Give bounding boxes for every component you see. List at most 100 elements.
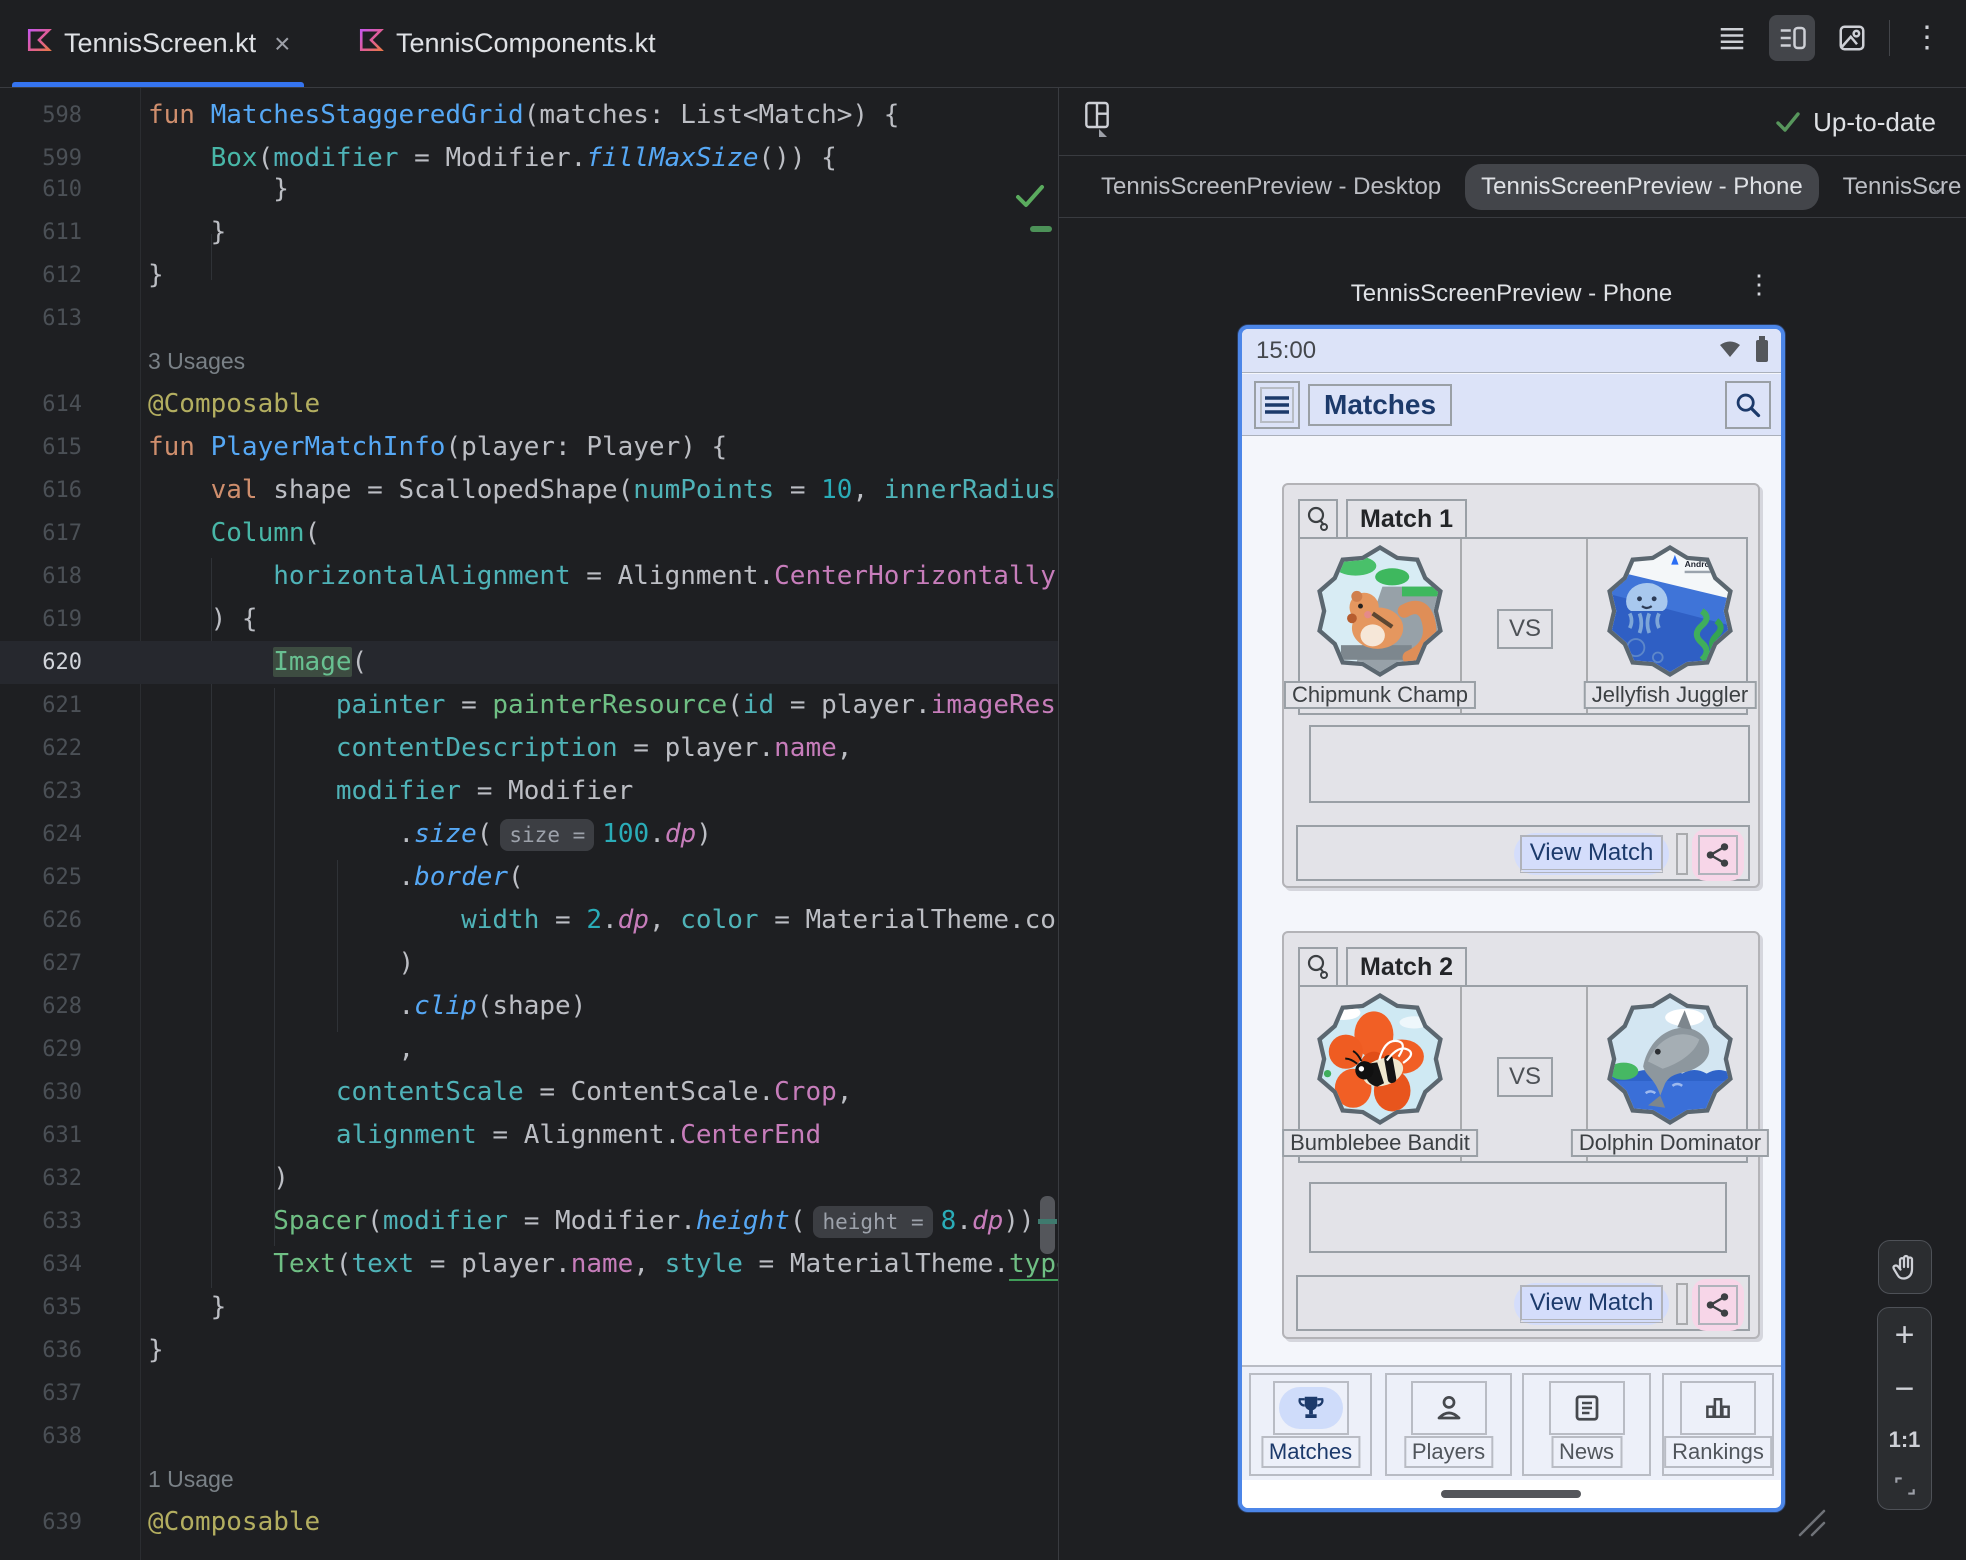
code-view-button[interactable] bbox=[1709, 15, 1755, 61]
player-name: Bumblebee Bandit bbox=[1282, 1129, 1478, 1157]
bottom-nav: Matches Players News bbox=[1242, 1365, 1781, 1480]
avatar-bumblebee bbox=[1314, 993, 1446, 1125]
code-line: 598fun MatchesStaggeredGrid(matches: Lis… bbox=[0, 94, 1058, 137]
home-indicator[interactable] bbox=[1441, 1490, 1581, 1498]
spacer-cell bbox=[1676, 1283, 1688, 1325]
vs-cell: VS bbox=[1464, 987, 1588, 1161]
close-icon[interactable]: × bbox=[274, 28, 290, 60]
match-card: Match 2 bbox=[1282, 931, 1760, 1339]
code-line: 625 .border( bbox=[0, 856, 1058, 899]
check-icon bbox=[1775, 110, 1801, 134]
racket-icon bbox=[1298, 947, 1338, 987]
preview-tab-strip: TennisScreenPreview - Desktop TennisScre… bbox=[1059, 157, 1966, 218]
view-match-button[interactable]: View Match bbox=[1514, 1283, 1669, 1325]
code-line: 635 } bbox=[0, 1286, 1058, 1329]
nav-label: Rankings bbox=[1664, 1436, 1772, 1468]
view-match-button[interactable]: View Match bbox=[1514, 833, 1669, 875]
code-line: 638 bbox=[0, 1415, 1058, 1458]
search-button[interactable] bbox=[1725, 381, 1771, 429]
code-editor[interactable]: 598fun MatchesStaggeredGrid(matches: Lis… bbox=[0, 88, 1058, 1560]
kebab-icon: ⋮ bbox=[1912, 31, 1942, 45]
tab-tennisscreen[interactable]: TennisScreen.kt × bbox=[8, 0, 308, 87]
code-line: 623 modifier = Modifier bbox=[0, 770, 1058, 813]
code-line: 624 .size(size =100.dp) bbox=[0, 813, 1058, 856]
phone-preview: 15:00 Matches Match 1 bbox=[1238, 325, 1785, 1512]
preview-tab-phone[interactable]: TennisScreenPreview - Phone bbox=[1465, 164, 1819, 210]
score-section: Score 6-4, 6-2 bbox=[1309, 725, 1750, 803]
hamburger-icon bbox=[1264, 395, 1290, 415]
player-name: Jellyfish Juggler bbox=[1584, 681, 1757, 709]
tab-label: TennisScreen.kt bbox=[64, 28, 256, 59]
preview-more-button[interactable]: ⋮ bbox=[1746, 278, 1766, 291]
svg-text:Android S: Android S bbox=[1685, 559, 1726, 569]
code-line: 614@Composable bbox=[0, 383, 1058, 426]
nav-item-rankings[interactable]: Rankings bbox=[1662, 1373, 1774, 1476]
more-options-button[interactable]: ⋮ bbox=[1904, 15, 1950, 61]
code-line: 631 alignment = Alignment.CenterEnd bbox=[0, 1114, 1058, 1157]
player-cell: Dolphin Dominator bbox=[1590, 987, 1750, 1161]
share-button[interactable] bbox=[1692, 1279, 1744, 1331]
vs-label: VS bbox=[1497, 609, 1553, 649]
status-bar: 15:00 bbox=[1242, 329, 1781, 373]
vs-cell: VS bbox=[1464, 539, 1588, 713]
spacer-cell bbox=[1676, 833, 1688, 875]
code-line: 632 ) bbox=[0, 1157, 1058, 1200]
bar-chart-icon bbox=[1703, 1393, 1733, 1423]
pan-tool-button[interactable] bbox=[1878, 1240, 1932, 1294]
search-icon bbox=[1734, 391, 1762, 419]
tab-tenniscomponents[interactable]: TennisComponents.kt bbox=[340, 0, 674, 87]
preview-title: TennisScreenPreview - Phone bbox=[1238, 280, 1785, 308]
nav-item-matches[interactable]: Matches bbox=[1249, 1373, 1372, 1476]
vs-label: VS bbox=[1497, 1057, 1553, 1097]
zoom-in-button[interactable]: + bbox=[1895, 1318, 1915, 1352]
code-line: 618 horizontalAlignment = Alignment.Cent… bbox=[0, 555, 1058, 598]
player-name: Dolphin Dominator bbox=[1571, 1129, 1769, 1157]
home-indicator-area bbox=[1242, 1480, 1781, 1508]
kotlin-file-icon bbox=[358, 27, 384, 60]
code-line: 639@Composable bbox=[0, 1501, 1058, 1544]
kotlin-file-icon bbox=[26, 27, 52, 60]
code-line: 628 .clip(shape) bbox=[0, 985, 1058, 1028]
resize-handle[interactable] bbox=[1790, 1505, 1826, 1537]
news-icon bbox=[1572, 1393, 1602, 1423]
wifi-icon bbox=[1719, 341, 1741, 359]
inspections-ok-icon[interactable] bbox=[1014, 182, 1046, 210]
card-actions: View Match bbox=[1296, 1275, 1750, 1331]
code-line: 633 Spacer(modifier = Modifier.height(he… bbox=[0, 1200, 1058, 1243]
menu-button[interactable] bbox=[1254, 381, 1300, 429]
avatar-dolphin bbox=[1604, 993, 1736, 1125]
zoom-controls: + − 1:1 bbox=[1877, 1307, 1932, 1510]
usage-hint-line: 3 Usages bbox=[0, 340, 1058, 383]
code-line: 621 painter = painterResource(id = playe… bbox=[0, 684, 1058, 727]
code-line: 617 Column( bbox=[0, 512, 1058, 555]
share-button[interactable] bbox=[1692, 829, 1744, 881]
match-title: Match 2 bbox=[1346, 947, 1467, 987]
code-line: 626 width = 2.dp, color = MaterialTheme.… bbox=[0, 899, 1058, 942]
person-icon bbox=[1434, 1393, 1464, 1423]
zoom-out-button[interactable]: − bbox=[1895, 1372, 1915, 1406]
editor-tab-bar: TennisScreen.kt × TennisComponents.kt ⋮ bbox=[0, 0, 1966, 88]
tab-label: TennisComponents.kt bbox=[396, 28, 656, 59]
code-line: 613 bbox=[0, 297, 1058, 340]
zoom-level[interactable]: 1:1 bbox=[1889, 1427, 1921, 1453]
editor-view-actions: ⋮ bbox=[1709, 12, 1950, 64]
avatar-chipmunk bbox=[1314, 545, 1446, 677]
preview-layout-button[interactable] bbox=[1081, 99, 1127, 145]
trophy-icon bbox=[1296, 1393, 1326, 1423]
share-icon bbox=[1705, 1292, 1731, 1318]
fit-to-screen-button[interactable] bbox=[1892, 1473, 1918, 1499]
match-card: Match 1 bbox=[1282, 483, 1760, 888]
design-view-button[interactable] bbox=[1829, 15, 1875, 61]
battery-icon bbox=[1755, 336, 1769, 362]
players-grid: Chipmunk Champ VS Android S bbox=[1298, 537, 1748, 715]
editor-scrollbar[interactable] bbox=[1040, 1196, 1055, 1254]
divider bbox=[1889, 20, 1890, 56]
player-name: Chipmunk Champ bbox=[1284, 681, 1476, 709]
chevron-down-icon[interactable]: ⌄ bbox=[1926, 170, 1948, 201]
nav-item-news[interactable]: News bbox=[1522, 1373, 1651, 1476]
preview-tab-desktop[interactable]: TennisScreenPreview - Desktop bbox=[1085, 164, 1457, 210]
split-view-button[interactable] bbox=[1769, 15, 1815, 61]
nav-item-players[interactable]: Players bbox=[1385, 1373, 1512, 1476]
inspection-marker bbox=[1030, 226, 1052, 232]
avatar-jellyfish: Android S bbox=[1604, 545, 1736, 677]
